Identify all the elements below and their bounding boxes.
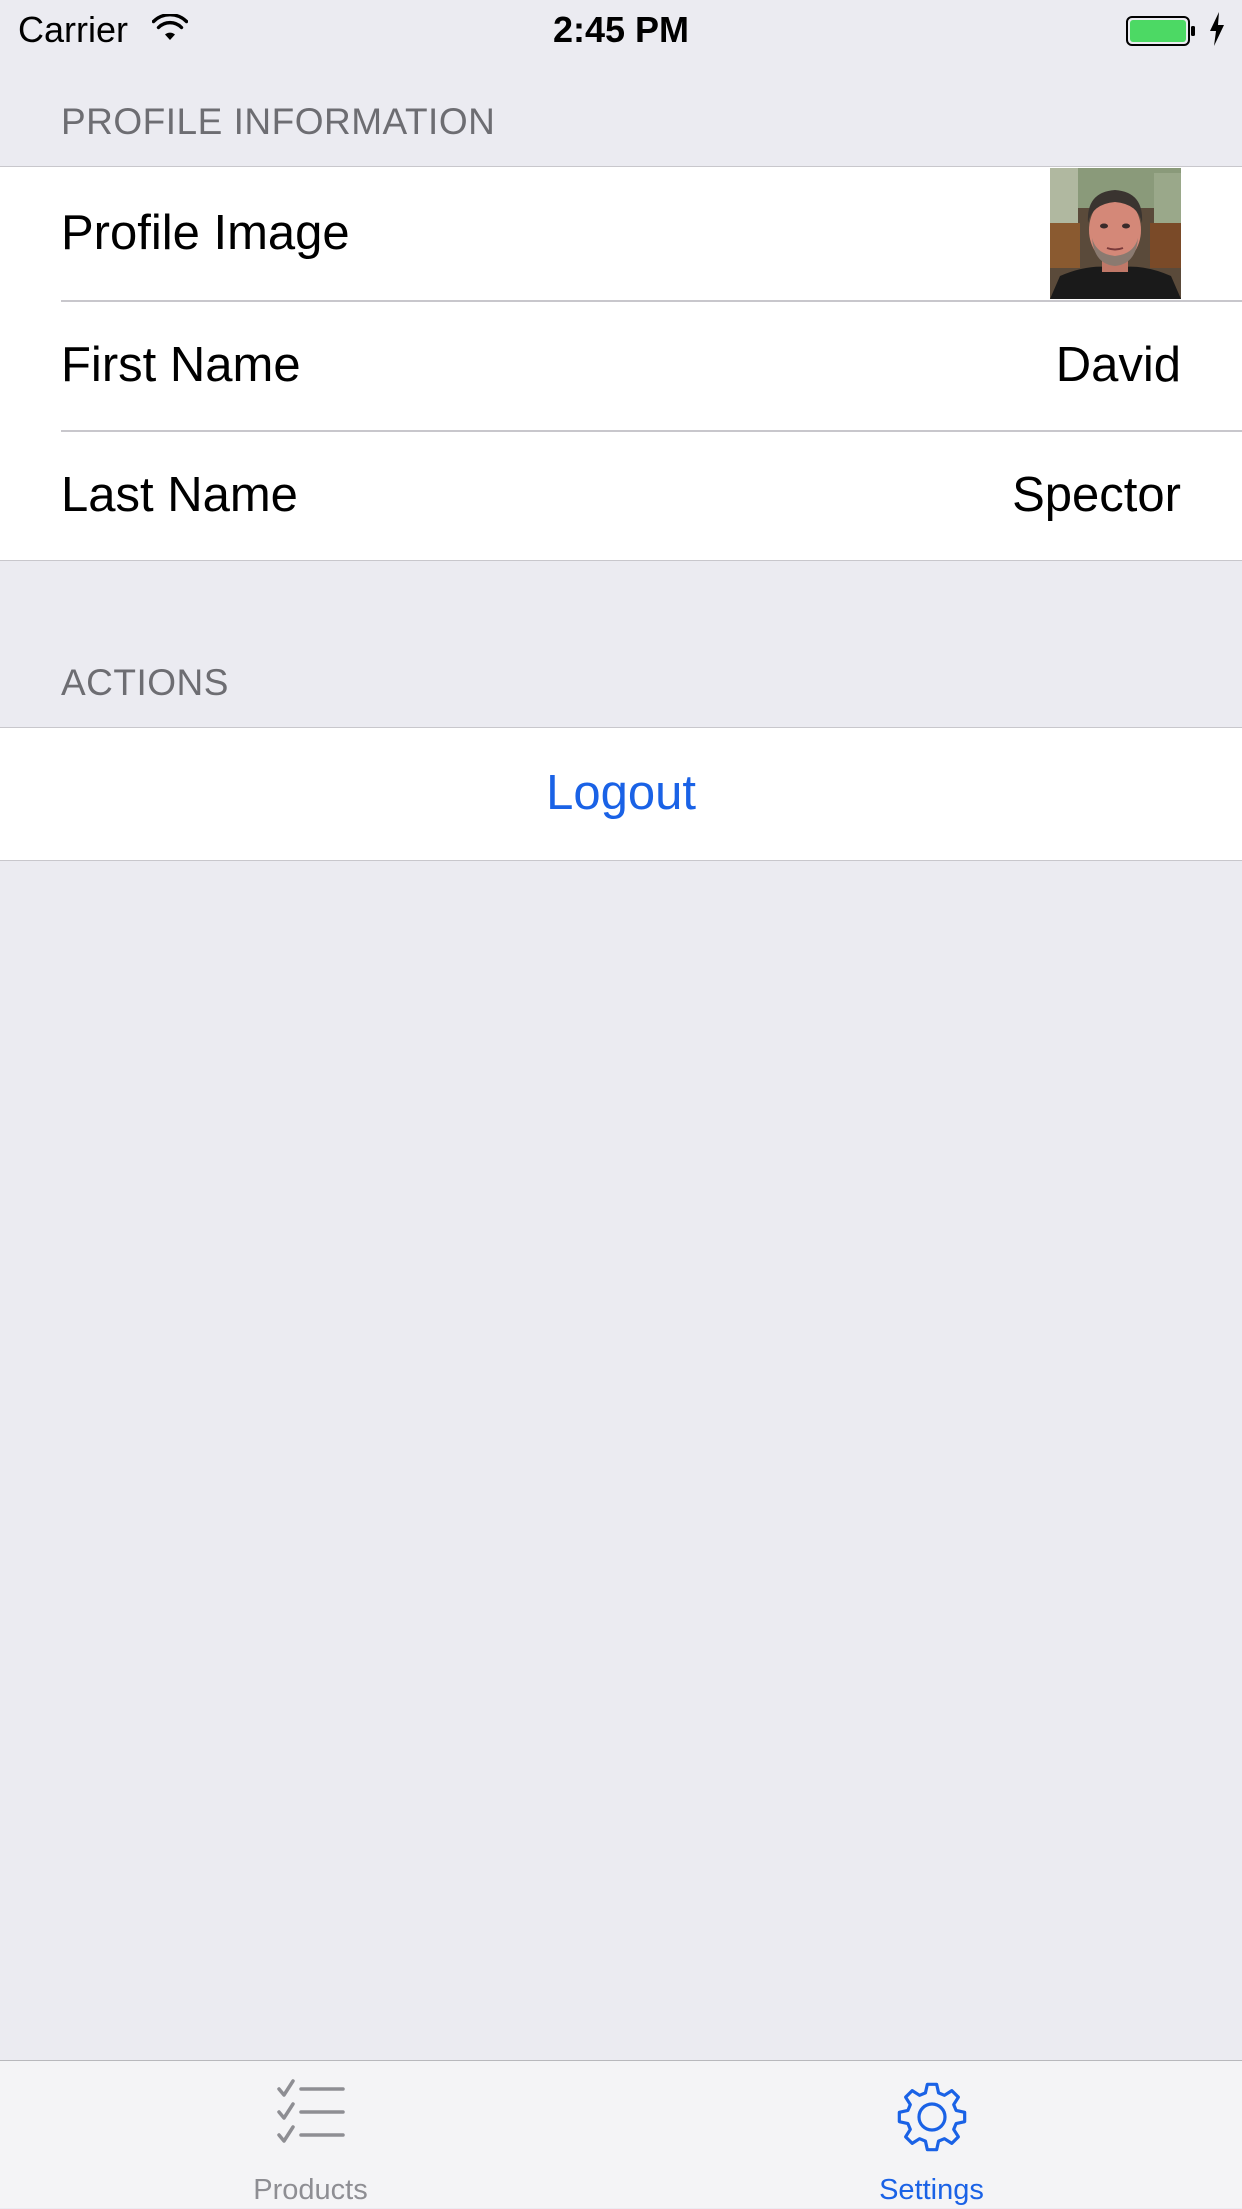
first-name-label: First Name bbox=[61, 338, 301, 392]
tab-settings[interactable]: Settings bbox=[621, 2061, 1242, 2209]
last-name-row[interactable]: Last Name Spector bbox=[0, 431, 1242, 561]
profile-photo bbox=[1050, 168, 1181, 299]
status-bar: Carrier 2:45 PM bbox=[0, 0, 1242, 60]
actions-group: Logout bbox=[0, 727, 1242, 861]
tab-bar: Products Settings bbox=[0, 2060, 1242, 2208]
first-name-row[interactable]: First Name David bbox=[0, 301, 1242, 431]
profile-image-thumbnail[interactable] bbox=[1050, 168, 1181, 299]
last-name-label: Last Name bbox=[61, 468, 298, 522]
section-header-profile-information: PROFILE INFORMATION bbox=[61, 101, 496, 142]
status-time: 2:45 PM bbox=[552, 9, 690, 50]
last-name-value: Spector bbox=[1012, 468, 1181, 522]
profile-image-label: Profile Image bbox=[61, 206, 350, 260]
section-header-actions: ACTIONS bbox=[61, 662, 229, 703]
first-name-value: David bbox=[1055, 338, 1181, 392]
checklist-icon bbox=[276, 2079, 345, 2143]
logout-label: Logout bbox=[546, 766, 696, 820]
logout-button[interactable]: Logout bbox=[0, 728, 1242, 859]
tab-products-label: Products bbox=[253, 2174, 368, 2206]
charging-bolt-icon bbox=[1210, 12, 1224, 46]
profile-image-row[interactable]: Profile Image bbox=[0, 167, 1242, 300]
battery-icon bbox=[1126, 16, 1195, 46]
profile-information-group: Profile Image First Name David Last Name… bbox=[0, 166, 1242, 561]
tab-products[interactable]: Products bbox=[0, 2061, 621, 2209]
tab-settings-label: Settings bbox=[879, 2174, 984, 2206]
gear-icon bbox=[897, 2082, 966, 2152]
